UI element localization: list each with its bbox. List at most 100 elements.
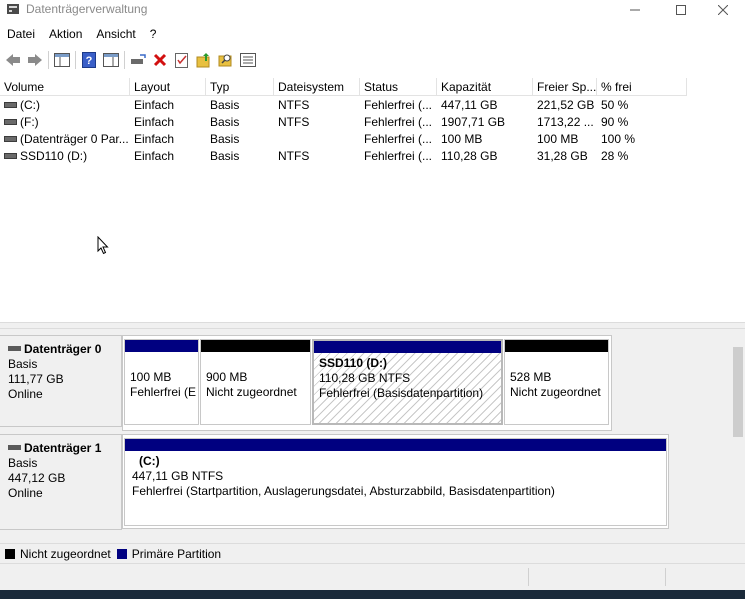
filesystem-cell: NTFS bbox=[278, 98, 310, 112]
properties-panel-icon bbox=[54, 53, 70, 67]
partition-size: 110,28 GB NTFS bbox=[319, 371, 411, 385]
volume-list[interactable]: Volume Layout Typ Dateisystem Status Kap… bbox=[0, 78, 745, 322]
toolbar-separator bbox=[48, 51, 49, 69]
disk-state: Online bbox=[8, 486, 43, 500]
partition-unallocated-1[interactable]: 900 MB Nicht zugeordnet bbox=[200, 339, 311, 425]
properties-button[interactable] bbox=[171, 49, 193, 71]
disk-0-partitions: 100 MB Fehlerfrei (E 900 MB Nicht zugeor… bbox=[122, 335, 612, 431]
volume-name: (C:) bbox=[20, 98, 40, 112]
delete-button[interactable] bbox=[149, 49, 171, 71]
status-cell: Fehlerfrei (... bbox=[364, 115, 433, 129]
disk-management-app-icon bbox=[7, 4, 19, 14]
table-row[interactable]: (C:) Einfach Basis NTFS Fehlerfrei (... … bbox=[0, 97, 745, 114]
status-cell: Fehlerfrei (... bbox=[364, 98, 433, 112]
volume-icon bbox=[4, 136, 17, 142]
partition-c[interactable]: (C:) 447,11 GB NTFS Fehlerfrei (Startpar… bbox=[124, 438, 667, 526]
column-header-volume[interactable]: Volume bbox=[0, 78, 130, 96]
show-hide-tree-button[interactable] bbox=[51, 49, 73, 71]
maximize-button[interactable] bbox=[658, 0, 704, 20]
table-row[interactable]: (Datenträger 0 Par... Einfach Basis Fehl… bbox=[0, 131, 745, 148]
primary-partition-swatch bbox=[116, 548, 127, 559]
scrollbar-thumb[interactable] bbox=[733, 347, 743, 437]
help-button[interactable]: ? bbox=[78, 49, 100, 71]
percent-free-cell: 28 % bbox=[601, 149, 629, 163]
layout-cell: Einfach bbox=[134, 132, 175, 146]
free-space-cell: 1713,22 ... bbox=[537, 115, 594, 129]
layout-cell: Einfach bbox=[134, 115, 175, 129]
disk-management-window: Datenträgerverwaltung Datei Aktion Ansic… bbox=[0, 0, 745, 590]
table-row[interactable]: SSD110 (D:) Einfach Basis NTFS Fehlerfre… bbox=[0, 148, 745, 165]
back-icon bbox=[6, 54, 20, 66]
disk-0-label[interactable]: Datenträger 0 Basis 111,77 GB Online bbox=[0, 335, 122, 427]
menu-aktion[interactable]: Aktion bbox=[42, 25, 89, 45]
volume-name: SSD110 (D:) bbox=[20, 149, 88, 163]
primary-partition-bar bbox=[125, 439, 666, 451]
table-row[interactable]: (F:) Einfach Basis NTFS Fehlerfrei (... … bbox=[0, 114, 745, 131]
filesystem-cell bbox=[274, 131, 360, 148]
help-icon: ? bbox=[82, 52, 96, 68]
column-header-filesystem[interactable]: Dateisystem bbox=[274, 78, 360, 96]
menu-help[interactable]: ? bbox=[143, 25, 164, 45]
console-tree-button[interactable] bbox=[100, 49, 122, 71]
percent-free-cell: 100 % bbox=[601, 132, 636, 146]
volume-name: (F:) bbox=[20, 115, 39, 129]
capacity-cell: 447,11 GB bbox=[441, 98, 498, 112]
window-title: Datenträgerverwaltung bbox=[26, 2, 148, 16]
layout-cell: Einfach bbox=[134, 98, 175, 112]
partition-size: 900 MB bbox=[206, 370, 248, 384]
volume-icon bbox=[4, 102, 17, 108]
mouse-cursor-icon bbox=[97, 236, 109, 255]
disk-pane-scrollbar[interactable] bbox=[731, 329, 745, 543]
column-header-type[interactable]: Typ bbox=[206, 78, 274, 96]
menu-datei[interactable]: Datei bbox=[0, 25, 42, 45]
forward-icon bbox=[28, 54, 42, 66]
list-view-button[interactable] bbox=[237, 49, 259, 71]
legend: Nicht zugeordnet Primäre Partition bbox=[0, 543, 745, 563]
disk-state: Online bbox=[8, 387, 43, 401]
up-folder-icon bbox=[196, 53, 210, 68]
connect-drive-button[interactable] bbox=[127, 49, 149, 71]
status-divider bbox=[665, 568, 666, 586]
menu-ansicht[interactable]: Ansicht bbox=[89, 25, 142, 45]
pane-splitter[interactable] bbox=[0, 322, 745, 329]
column-header-capacity[interactable]: Kapazität bbox=[437, 78, 533, 96]
disk-1-label[interactable]: Datenträger 1 Basis 447,12 GB Online bbox=[0, 434, 122, 530]
percent-free-cell: 50 % bbox=[601, 98, 629, 112]
status-divider bbox=[528, 568, 529, 586]
minimize-button[interactable] bbox=[612, 0, 658, 20]
disk-type: Basis bbox=[8, 456, 38, 470]
legend-primary-label: Primäre Partition bbox=[131, 546, 222, 561]
maximize-icon bbox=[676, 5, 686, 15]
disk-graphical-pane: Datenträger 0 Basis 111,77 GB Online 100… bbox=[0, 329, 731, 543]
column-header-free-space[interactable]: Freier Sp... bbox=[533, 78, 597, 96]
volume-cell: (F:) bbox=[0, 114, 130, 131]
disk-size: 111,77 GB bbox=[8, 372, 64, 386]
up-folder-button[interactable] bbox=[193, 49, 215, 71]
partition-ssd110-d[interactable]: SSD110 (D:) 110,28 GB NTFS Fehlerfrei (B… bbox=[312, 339, 503, 425]
search-folder-button[interactable] bbox=[215, 49, 237, 71]
partition-system-reserved[interactable]: 100 MB Fehlerfrei (E bbox=[124, 339, 199, 425]
volume-name: (Datenträger 0 Par... bbox=[20, 132, 129, 146]
list-view-icon bbox=[240, 53, 256, 67]
column-header-status[interactable]: Status bbox=[360, 78, 437, 96]
partition-unallocated-2[interactable]: 528 MB Nicht zugeordnet bbox=[504, 339, 609, 425]
column-header-layout[interactable]: Layout bbox=[130, 78, 206, 96]
partition-title: (C:) bbox=[139, 454, 160, 468]
column-header-percent-free[interactable]: % frei bbox=[597, 78, 687, 96]
partition-size: 100 MB bbox=[130, 370, 172, 384]
close-button[interactable] bbox=[700, 0, 745, 20]
type-cell: Basis bbox=[210, 98, 240, 112]
disk-size: 447,12 GB bbox=[8, 471, 66, 485]
partition-title: SSD110 (D:) bbox=[319, 356, 388, 370]
partition-title bbox=[510, 355, 603, 370]
partition-title bbox=[130, 355, 193, 370]
unallocated-swatch bbox=[5, 548, 15, 559]
partition-status: Fehlerfrei (Basisdatenpartition) bbox=[319, 386, 484, 400]
partition-size: 447,11 GB NTFS bbox=[132, 469, 224, 483]
partition-status: Nicht zugeordnet bbox=[510, 385, 601, 399]
partition-size: 528 MB bbox=[510, 370, 552, 384]
forward-button[interactable] bbox=[24, 49, 46, 71]
connect-drive-icon bbox=[131, 54, 146, 64]
free-space-cell: 221,52 GB bbox=[537, 98, 595, 112]
back-button[interactable] bbox=[2, 49, 24, 71]
